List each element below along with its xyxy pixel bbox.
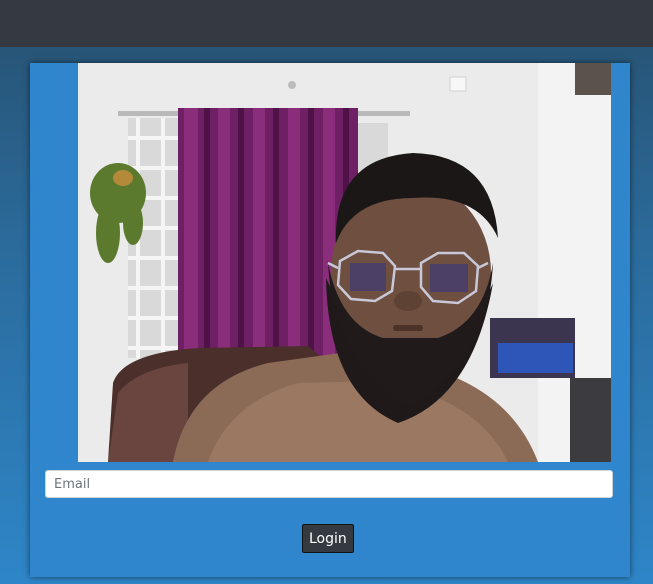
webcam-feed [78, 63, 611, 462]
email-input[interactable] [45, 470, 613, 498]
webcam-image [78, 63, 611, 462]
login-button[interactable]: Login [302, 524, 354, 553]
top-navbar [0, 0, 653, 47]
login-card: Login [30, 63, 630, 577]
